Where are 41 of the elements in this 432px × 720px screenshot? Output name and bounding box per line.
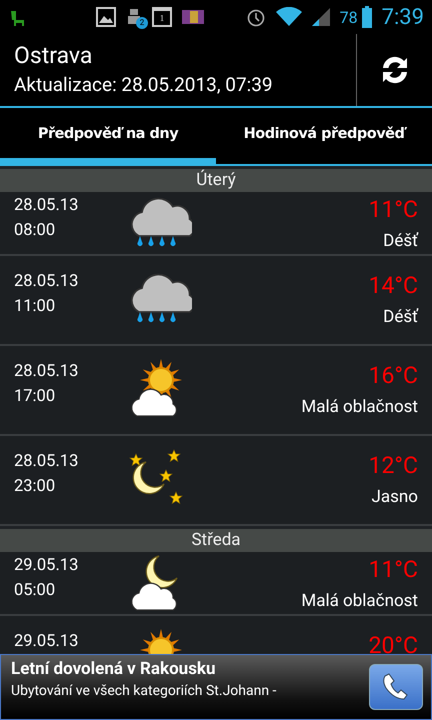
forecast-date: 28.05.13 (14, 452, 80, 471)
battery-level: 78 (340, 8, 358, 26)
call-button[interactable] (369, 664, 423, 710)
forecast-time: 23:00 (14, 477, 56, 496)
notification-badge: 2 (136, 17, 148, 29)
parking-icon (182, 10, 204, 24)
forecast-time: 05:00 (14, 581, 56, 600)
ad-title: Letní dovolená v Rakousku (11, 659, 217, 679)
weather-description: Jasno (372, 487, 418, 507)
temperature: 16°C (368, 362, 418, 389)
forecast-date: 29.05.13 (14, 556, 80, 575)
alarm-icon (246, 7, 266, 27)
weather-description: Malá oblačnost (301, 591, 418, 611)
temperature: 11°C (368, 196, 418, 223)
tab[interactable]: Hodinová předpověď (216, 110, 432, 164)
forecast-time: 08:00 (14, 221, 56, 240)
forecast-date: 29.05.13 (14, 632, 80, 651)
temperature: 11°C (368, 556, 418, 583)
forecast-date: 28.05.13 (14, 196, 80, 215)
day-heading: Středa (0, 529, 432, 552)
update-time: Aktualizace: 28.05.2013, 07:39 (14, 73, 274, 96)
ad-text: Ubytování ve všech kategoriích St.Johann - (11, 683, 278, 699)
forecast-time: 11:00 (14, 297, 56, 316)
temperature: 14°C (368, 272, 418, 299)
wifi-icon (276, 7, 302, 27)
forecast-time: 17:00 (14, 387, 56, 406)
forecast-date: 28.05.13 (14, 272, 80, 291)
clock-time: 7:39 (382, 4, 424, 30)
picture-icon (96, 7, 116, 27)
battery-icon (362, 6, 372, 28)
calendar-icon: 1 (152, 7, 172, 27)
day-heading: Úterý (0, 169, 432, 192)
weather-description: Déšť (383, 231, 418, 251)
city-name: Ostrava (14, 42, 94, 69)
weather-description: Déšť (383, 307, 418, 327)
forecast-date: 28.05.13 (14, 362, 80, 381)
signal-icon (312, 7, 330, 27)
weather-description: Malá oblačnost (301, 397, 418, 417)
temperature: 12°C (368, 452, 418, 479)
temperature: 20°C (368, 632, 418, 659)
phone-icon (382, 672, 410, 702)
